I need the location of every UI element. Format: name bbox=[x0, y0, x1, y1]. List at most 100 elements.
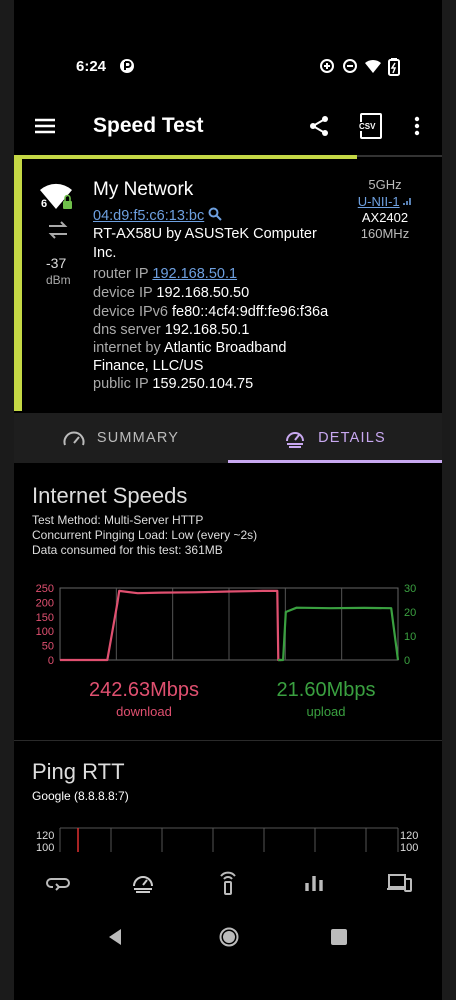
internet-speeds-title: Internet Speeds bbox=[32, 483, 188, 508]
router-model-cont: Inc. bbox=[93, 245, 117, 261]
notification-icon bbox=[119, 58, 135, 74]
tab-indicator bbox=[228, 460, 442, 463]
nav-connections-button[interactable] bbox=[43, 868, 73, 898]
phone-screen: 6:24 Speed Test CSV 6 -37 dBm My Network… bbox=[14, 0, 442, 1000]
dns-label: dns server bbox=[93, 322, 161, 338]
isp-label: internet by bbox=[93, 340, 161, 356]
left-axis-tick: 200 bbox=[36, 597, 54, 609]
system-navigation bbox=[14, 914, 442, 964]
pinging-load: Concurrent Pinging Load: Low (every ~2s) bbox=[32, 528, 258, 542]
signal-bars-icon bbox=[403, 198, 412, 205]
device-ipv6-label: device IPv6 bbox=[93, 304, 168, 320]
network-name: My Network bbox=[93, 179, 194, 200]
public-ip-row: public IP 159.250.104.75 bbox=[93, 376, 253, 392]
ping-target: Google (8.8.8.8:7) bbox=[32, 789, 129, 803]
battery-icon bbox=[388, 58, 404, 76]
bssid-row[interactable]: 04:d9:f5:c6:13:bc bbox=[93, 207, 222, 224]
channel-row[interactable]: U-NII-1 bbox=[350, 194, 420, 209]
status-bar: 6:24 bbox=[14, 48, 442, 88]
bottom-navigation bbox=[14, 852, 442, 914]
channel-width: 160MHz bbox=[360, 226, 410, 241]
isp-row: internet by Atlantic Broadband bbox=[93, 340, 286, 356]
data-saver-icon bbox=[319, 58, 335, 74]
recents-button[interactable] bbox=[331, 929, 347, 950]
left-axis-tick: 0 bbox=[48, 655, 54, 667]
export-csv-button[interactable]: CSV bbox=[357, 112, 385, 140]
download-label: download bbox=[116, 704, 172, 719]
tab-summary-label: SUMMARY bbox=[96, 430, 180, 446]
right-axis-tick: 10 bbox=[404, 631, 416, 643]
speed-chart: 2502001501005003020100 bbox=[36, 583, 417, 667]
back-icon bbox=[109, 929, 121, 945]
signal-tower-icon bbox=[220, 871, 236, 895]
left-axis-tick: 50 bbox=[42, 641, 54, 653]
ping-chart: 120 100 120 100 bbox=[14, 826, 442, 852]
toolbar: Speed Test CSV bbox=[14, 100, 442, 152]
download-result: 242.63Mbps download bbox=[64, 679, 224, 719]
nav-signal-button[interactable] bbox=[213, 868, 243, 898]
csv-icon-label: CSV bbox=[358, 122, 377, 131]
router-ip-label: router IP bbox=[93, 266, 149, 282]
ping-grid bbox=[59, 827, 399, 852]
right-axis-tick: 20 bbox=[404, 607, 416, 619]
public-ip-label: public IP bbox=[93, 376, 149, 392]
router-ip-row: router IP 192.168.50.1 bbox=[93, 266, 237, 282]
home-icon bbox=[219, 927, 239, 947]
dnd-icon bbox=[342, 58, 358, 74]
download-series-line bbox=[60, 589, 282, 662]
speedometer-icon bbox=[63, 431, 85, 446]
test-method: Test Method: Multi-Server HTTP bbox=[32, 513, 204, 527]
upload-label: upload bbox=[306, 704, 346, 719]
recents-icon bbox=[331, 929, 347, 945]
dns-server: 192.168.50.1 bbox=[164, 322, 250, 338]
left-axis-tick: 150 bbox=[36, 612, 54, 624]
network-card[interactable]: 6 -37 dBm My Network 04:d9:f5:c6:13:bc R… bbox=[14, 155, 442, 411]
left-axis-tick: 100 bbox=[36, 626, 54, 638]
loop-icon bbox=[46, 878, 70, 891]
bar-chart-icon bbox=[305, 876, 323, 891]
wifi-signal-icon: 6 bbox=[38, 181, 78, 213]
nav-stats-button[interactable] bbox=[299, 868, 329, 898]
right-axis-tick: 30 bbox=[404, 583, 416, 595]
signal-strength: -37 bbox=[46, 255, 67, 271]
share-button[interactable] bbox=[305, 112, 333, 140]
page-title: Speed Test bbox=[93, 114, 204, 137]
nav-devices-button[interactable] bbox=[384, 868, 414, 898]
tab-details-label: DETAILS bbox=[318, 430, 386, 446]
more-vert-icon bbox=[414, 116, 420, 136]
network-progress-bar bbox=[22, 155, 357, 159]
device-ipv6-row: device IPv6 fe80::4cf4:9dff:fe96:f36a bbox=[93, 304, 328, 320]
router-ip-link[interactable]: 192.168.50.1 bbox=[152, 266, 237, 282]
signal-unit: dBm bbox=[46, 273, 71, 287]
channel-link[interactable]: U-NII-1 bbox=[358, 194, 400, 209]
network-accent-bar bbox=[14, 155, 22, 411]
public-ip: 159.250.104.75 bbox=[152, 376, 254, 392]
left-axis-tick: 250 bbox=[36, 583, 54, 595]
nav-speedtest-button[interactable] bbox=[128, 868, 158, 898]
band: 5GHz bbox=[368, 177, 402, 192]
ping-rtt-title: Ping RTT bbox=[32, 759, 125, 784]
upload-series-line bbox=[278, 606, 400, 662]
device-ipv6: fe80::4cf4:9dff:fe96:f36a bbox=[172, 304, 329, 320]
device-ip-row: device IP 192.168.50.50 bbox=[93, 285, 249, 301]
home-button[interactable] bbox=[218, 926, 240, 953]
search-icon[interactable] bbox=[208, 207, 222, 221]
speedometer-nav-icon bbox=[133, 876, 153, 893]
menu-button[interactable] bbox=[31, 112, 59, 140]
back-button[interactable] bbox=[107, 928, 123, 951]
dns-row: dns server 192.168.50.1 bbox=[93, 322, 249, 338]
standard: AX2402 bbox=[361, 210, 409, 225]
overflow-menu-button[interactable] bbox=[403, 112, 431, 140]
isp-name: Atlantic Broadband bbox=[163, 340, 287, 356]
download-value: 242.63Mbps bbox=[88, 679, 200, 701]
router-model: RT-AX58U by ASUSTeK Computer bbox=[93, 226, 317, 242]
upload-value: 21.60Mbps bbox=[276, 679, 376, 701]
share-icon bbox=[310, 116, 328, 136]
bssid-link[interactable]: 04:d9:f5:c6:13:bc bbox=[93, 208, 204, 224]
csv-icon: CSV bbox=[358, 113, 382, 139]
devices-icon bbox=[387, 874, 412, 892]
tab-details[interactable]: DETAILS bbox=[228, 413, 442, 463]
section-divider bbox=[14, 740, 442, 741]
device-ip: 192.168.50.50 bbox=[156, 285, 250, 301]
tab-summary[interactable]: SUMMARY bbox=[14, 413, 228, 463]
